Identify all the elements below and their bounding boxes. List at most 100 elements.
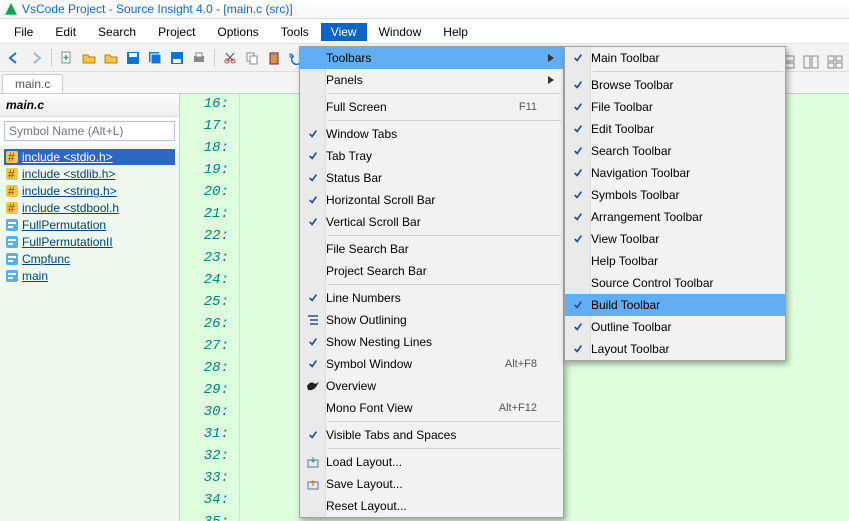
menu-item-vertical-scroll-bar[interactable]: Vertical Scroll Bar [300, 211, 563, 233]
check-icon [565, 190, 591, 200]
submenu-item-source-control-toolbar[interactable]: Source Control Toolbar [565, 272, 785, 294]
menu-item-label: Window Tabs [326, 127, 563, 141]
submenu-item-label: Build Toolbar [591, 298, 785, 312]
menu-project[interactable]: Project [148, 23, 205, 41]
menu-item-mono-font-view[interactable]: Mono Font ViewAlt+F12 [300, 397, 563, 419]
tile-vertical-button[interactable] [801, 52, 821, 72]
submenu-item-arrangement-toolbar[interactable]: Arrangement Toolbar [565, 206, 785, 228]
check-icon [565, 146, 591, 156]
menu-item-reset-layout-[interactable]: Reset Layout... [300, 495, 563, 517]
submenu-item-layout-toolbar[interactable]: Layout Toolbar [565, 338, 785, 360]
symbol-label: include <string.h> [22, 184, 117, 198]
symbol-item[interactable]: FullPermutation [4, 217, 175, 233]
symbol-item[interactable]: Cmpfunc [4, 251, 175, 267]
tile-grid-button[interactable] [825, 52, 845, 72]
submenu-item-view-toolbar[interactable]: View Toolbar [565, 228, 785, 250]
menu-item-toolbars[interactable]: Toolbars [300, 47, 563, 69]
open-file2-button[interactable] [101, 48, 121, 68]
tab-main-c[interactable]: main.c [2, 74, 63, 93]
app-icon [4, 2, 18, 16]
menu-tools[interactable]: Tools [271, 23, 319, 41]
check-icon [565, 102, 591, 112]
check-icon [300, 195, 326, 205]
line-number: 27: [204, 338, 229, 354]
symbol-item[interactable]: # include <string.h> [4, 183, 175, 199]
menu-edit[interactable]: Edit [45, 23, 86, 41]
menu-window[interactable]: Window [369, 23, 432, 41]
menu-item-horizontal-scroll-bar[interactable]: Horizontal Scroll Bar [300, 189, 563, 211]
submenu-item-navigation-toolbar[interactable]: Navigation Toolbar [565, 162, 785, 184]
submenu-item-main-toolbar[interactable]: Main Toolbar [565, 47, 785, 69]
menu-item-project-search-bar[interactable]: Project Search Bar [300, 260, 563, 282]
menu-item-visible-tabs-and-spaces[interactable]: Visible Tabs and Spaces [300, 424, 563, 446]
menu-separator [328, 448, 561, 449]
submenu-item-label: Search Toolbar [591, 144, 785, 158]
svg-text:#: # [8, 168, 15, 180]
print-button[interactable] [189, 48, 209, 68]
submenu-item-build-toolbar[interactable]: Build Toolbar [565, 294, 785, 316]
arrangement-toolbar [777, 52, 845, 72]
symbol-item[interactable]: #include <stdlib.h> [4, 166, 175, 182]
menu-item-show-outlining[interactable]: Show Outlining [300, 309, 563, 331]
copy-button[interactable] [242, 48, 262, 68]
layout-save-icon [300, 478, 326, 490]
submenu-item-edit-toolbar[interactable]: Edit Toolbar [565, 118, 785, 140]
menu-accelerator: F11 [519, 101, 563, 113]
menu-item-overview[interactable]: Overview [300, 375, 563, 397]
submenu-item-outline-toolbar[interactable]: Outline Toolbar [565, 316, 785, 338]
cut-button[interactable] [220, 48, 240, 68]
symbol-item[interactable]: #include <stdio.h> [4, 149, 175, 165]
save-all-button[interactable] [145, 48, 165, 68]
menu-options[interactable]: Options [207, 23, 268, 41]
submenu-item-label: Navigation Toolbar [591, 166, 785, 180]
menu-item-load-layout-[interactable]: Load Layout... [300, 451, 563, 473]
symbol-search-input[interactable] [4, 121, 175, 141]
menu-item-tab-tray[interactable]: Tab Tray [300, 145, 563, 167]
line-number: 20: [204, 184, 229, 200]
menu-item-line-numbers[interactable]: Line Numbers [300, 287, 563, 309]
menu-item-window-tabs[interactable]: Window Tabs [300, 123, 563, 145]
line-number: 34: [204, 492, 229, 508]
line-number: 33: [204, 470, 229, 486]
menu-item-label: Vertical Scroll Bar [326, 215, 563, 229]
submenu-item-search-toolbar[interactable]: Search Toolbar [565, 140, 785, 162]
submenu-item-label: Main Toolbar [591, 51, 785, 65]
include-icon: # [6, 185, 18, 197]
symbol-item[interactable]: #include <stdbool.h [4, 200, 175, 216]
menu-item-show-nesting-lines[interactable]: Show Nesting Lines [300, 331, 563, 353]
submenu-item-label: Outline Toolbar [591, 320, 785, 334]
submenu-item-help-toolbar[interactable]: Help Toolbar [565, 250, 785, 272]
menu-search[interactable]: Search [88, 23, 146, 41]
new-file-button[interactable] [57, 48, 77, 68]
menu-item-label: Status Bar [326, 171, 563, 185]
function-icon [6, 270, 18, 282]
forward-button[interactable] [26, 48, 46, 68]
submenu-item-file-toolbar[interactable]: File Toolbar [565, 96, 785, 118]
menu-item-label: Reset Layout... [326, 499, 563, 513]
menu-item-save-layout-[interactable]: Save Layout... [300, 473, 563, 495]
menu-item-status-bar[interactable]: Status Bar [300, 167, 563, 189]
menu-help[interactable]: Help [433, 23, 478, 41]
menu-item-symbol-window[interactable]: Symbol WindowAlt+F8 [300, 353, 563, 375]
menubar: FileEditSearchProjectOptionsToolsViewWin… [0, 19, 849, 44]
menu-item-label: Load Layout... [326, 455, 563, 469]
symbol-label: Cmpfunc [22, 252, 70, 266]
submenu-item-label: Symbols Toolbar [591, 188, 785, 202]
submenu-item-browse-toolbar[interactable]: Browse Toolbar [565, 74, 785, 96]
menu-view[interactable]: View [321, 23, 367, 41]
menu-item-label: File Search Bar [326, 242, 563, 256]
save-as-button[interactable] [167, 48, 187, 68]
open-file-button[interactable] [79, 48, 99, 68]
submenu-item-symbols-toolbar[interactable]: Symbols Toolbar [565, 184, 785, 206]
symbol-item[interactable]: main [4, 268, 175, 284]
menu-item-panels[interactable]: Panels [300, 69, 563, 91]
function-icon [6, 253, 18, 265]
menu-item-full-screen[interactable]: Full ScreenF11 [300, 96, 563, 118]
symbol-item[interactable]: FullPermutationII [4, 234, 175, 250]
check-icon [300, 359, 326, 369]
back-button[interactable] [4, 48, 24, 68]
paste-button[interactable] [264, 48, 284, 68]
menu-item-file-search-bar[interactable]: File Search Bar [300, 238, 563, 260]
save-button[interactable] [123, 48, 143, 68]
menu-file[interactable]: File [4, 23, 43, 41]
